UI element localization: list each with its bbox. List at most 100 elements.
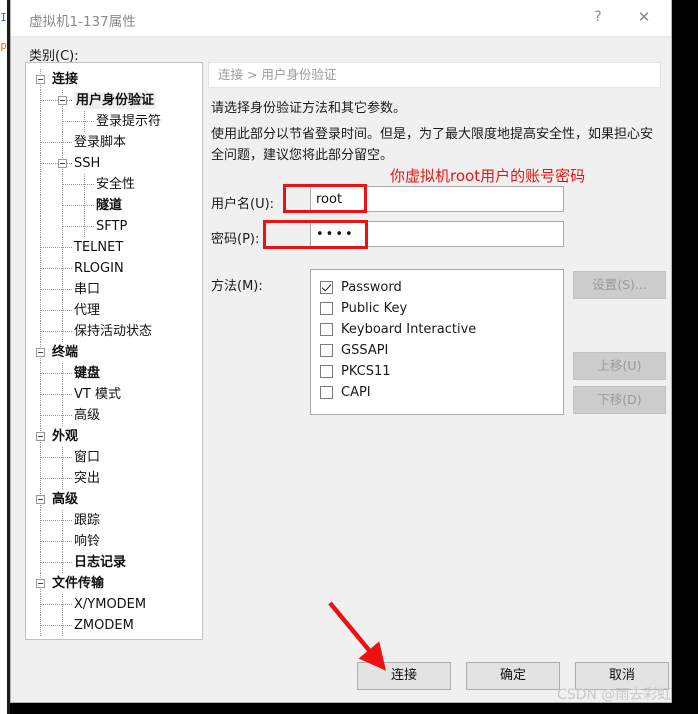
tree-item-21[interactable]: 跟踪 [26,510,202,531]
tree-item-label: 跟踪 [74,513,101,528]
tree-guide-tick [41,562,72,563]
tree-item-label: 文件传输 [52,576,105,591]
tree-item-18[interactable]: 窗口 [26,447,202,468]
tree-item-19[interactable]: 突出 [26,468,202,489]
tree-guide-tick [41,268,72,269]
tree-guide-tick [41,541,72,542]
tree-item-label: 日志记录 [74,555,127,570]
tree-guide-tick [41,310,72,311]
connect-button[interactable]: 连接 [357,662,451,690]
tree-item-label: 登录提示符 [96,114,162,129]
tree-item-24[interactable]: 文件传输 [26,573,202,594]
tree-item-label: 响铃 [74,534,101,549]
tree-item-label: 高级 [74,408,101,423]
category-tree-panel[interactable]: 连接用户身份验证登录提示符登录脚本 SSH 安全性 隧道 SFTP TELNET RLOGI… [25,62,203,640]
tree-guide-tick [41,163,72,164]
tree-guide-tick [41,247,72,248]
method-label: Password [341,280,402,295]
tree-item-26[interactable]: ZMODEM [26,615,202,636]
tree-item-label: 用户身份验证 [74,92,157,109]
tree-guide-tick [41,100,72,101]
annotation-rect-password [263,220,368,249]
tree-item-3[interactable]: 登录脚本 [26,132,202,153]
checkbox-checked-icon[interactable] [320,281,333,294]
annotation-rect-username [283,184,367,213]
screenshot-root: I p 虚拟机1-137属性 ? ✕ 类别(C): 连接 用户身份验证 登录提示符登… [0,0,698,714]
tree-guide-tick [41,625,72,626]
background-text-top: I [0,11,7,24]
checkbox-icon[interactable] [320,365,333,378]
method-label: GSSAPI [341,343,389,358]
move-down-button[interactable]: 下移(D) [573,386,666,414]
tree-item-label: X/YMODEM [74,597,147,612]
tree-item-5[interactable]: 安全性 [26,174,202,195]
tree-item-12[interactable]: 保持活动状态 [26,321,202,342]
tree-item-23[interactable]: 日志记录 [26,552,202,573]
tree-item-label: 登录脚本 [74,135,127,150]
dialog-title: 虚拟机1-137属性 [29,14,136,30]
dialog-titlebar: 虚拟机1-137属性 ? ✕ [11,0,671,37]
method-row-0[interactable]: Password [319,277,563,298]
method-label: Keyboard Interactive [341,322,477,337]
tree-item-4[interactable]: SSH [26,153,202,174]
close-icon[interactable]: ✕ [623,0,665,34]
checkbox-icon[interactable] [320,323,333,336]
tree-item-label: RLOGIN [74,261,124,276]
tree-collapse-icon[interactable] [58,96,67,105]
settings-button[interactable]: 设置(S)... [573,271,666,299]
method-row-3[interactable]: GSSAPI [319,340,563,361]
tree-item-label: 连接 [52,72,79,87]
tree-collapse-icon[interactable] [36,579,45,588]
password-label: 密码(P): [211,232,260,247]
tree-item-10[interactable]: 串口 [26,279,202,300]
tree-item-label: 高级 [52,492,79,507]
tree-guide-tick [63,121,94,122]
tree-guide-line [40,174,41,195]
tree-item-1[interactable]: 用户身份验证 [26,90,202,111]
tree-collapse-icon[interactable] [36,75,45,84]
tree-guide-line [40,195,41,216]
background-window-sliver: I p [0,0,7,714]
methods-list[interactable]: Password Public Key Keyboard Interactive GS… [310,269,564,415]
tree-item-label: TELNET [74,240,124,255]
tree-item-2[interactable]: 登录提示符 [26,111,202,132]
tree-collapse-icon[interactable] [58,159,67,168]
tree-collapse-icon[interactable] [36,495,45,504]
tree-item-14[interactable]: 键盘 [26,363,202,384]
tree-item-6[interactable]: 隧道 [26,195,202,216]
properties-dialog: 虚拟机1-137属性 ? ✕ 类别(C): 连接 用户身份验证 登录提示符 登录脚本 S… [10,0,672,703]
tree-item-8[interactable]: TELNET [26,237,202,258]
tree-guide-tick [41,289,72,290]
tree-item-label: SSH [74,156,101,171]
tree-item-label: 键盘 [74,366,101,381]
checkbox-icon[interactable] [320,302,333,315]
tree-item-25[interactable]: X/YMODEM [26,594,202,615]
tree-item-16[interactable]: 高级 [26,405,202,426]
tree-item-15[interactable]: VT 模式 [26,384,202,405]
tree-item-label: SFTP [96,219,128,234]
tree-item-13[interactable]: 终端 [26,342,202,363]
ok-button[interactable]: 确定 [466,662,560,690]
method-row-4[interactable]: PKCS11 [319,361,563,382]
checkbox-icon[interactable] [320,344,333,357]
tree-item-11[interactable]: 代理 [26,300,202,321]
tree-item-label: 保持活动状态 [74,324,153,339]
tree-item-22[interactable]: 响铃 [26,531,202,552]
tree-item-9[interactable]: RLOGIN [26,258,202,279]
tree-collapse-icon[interactable] [36,432,45,441]
move-up-button[interactable]: 上移(U) [573,352,666,380]
tree-item-label: 代理 [74,303,101,318]
tree-guide-tick [41,142,72,143]
tree-item-7[interactable]: SFTP [26,216,202,237]
tree-collapse-icon[interactable] [36,348,45,357]
method-row-2[interactable]: Keyboard Interactive [319,319,563,340]
help-icon[interactable]: ? [577,0,619,34]
method-row-1[interactable]: Public Key [319,298,563,319]
method-row-5[interactable]: CAPI [319,382,563,403]
tree-item-0[interactable]: 连接 [26,69,202,90]
tree-item-20[interactable]: 高级 [26,489,202,510]
background-text-bottom: p [0,39,7,52]
checkbox-icon[interactable] [320,386,333,399]
tree-guide-tick [41,604,72,605]
tree-item-17[interactable]: 外观 [26,426,202,447]
